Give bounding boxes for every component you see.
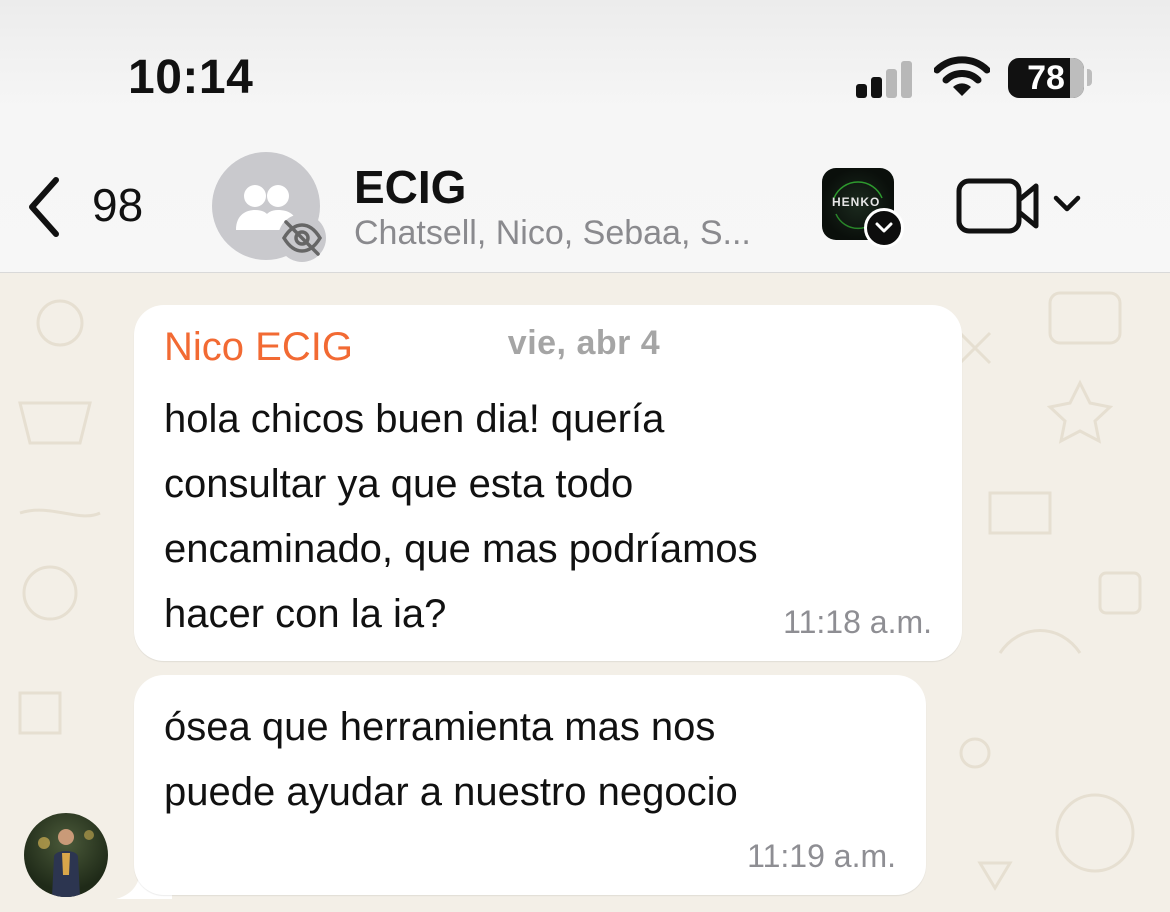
top-bar: 10:14 78 98 ECIG Chatsell, Nico, Sebaa, … [0,0,1170,273]
chat-title[interactable]: ECIG [354,160,466,214]
henko-app-badge[interactable]: HENKO [822,168,904,248]
battery-icon: 78 [1008,58,1084,98]
sender-avatar[interactable] [24,813,108,897]
status-time: 10:14 [128,51,254,104]
message-line: puede ayudar a nuestro negocio [164,770,738,814]
video-call-icon[interactable] [956,178,1086,234]
message-line: ósea que herramienta mas nos [164,705,716,749]
back-chevron-icon[interactable] [22,172,70,242]
person-photo [38,829,94,897]
henko-chevron-down-icon[interactable] [864,208,904,248]
message-sender[interactable]: Nico ECIG [164,325,353,370]
date-separator: vie, abr 4 [466,312,702,374]
chat-participants[interactable]: Chatsell, Nico, Sebaa, S... [354,214,751,253]
message-line: hola chicos buen dia! quería [164,397,665,441]
cellular-signal-icon [856,58,916,98]
message-line: encaminado, que mas podríamos [164,527,758,571]
back-unread-count[interactable]: 98 [92,178,143,232]
message-text: ósea que herramienta mas nos puede ayuda… [164,695,924,825]
group-avatar[interactable] [212,152,326,262]
battery-level: 78 [1027,58,1065,97]
message-line: consultar ya que esta todo [164,462,634,506]
message-timestamp: 11:18 a.m. [783,604,932,640]
battery-tip [1087,69,1092,86]
wifi-icon [934,56,990,96]
chat-area[interactable]: Nico ECIG hola chicos buen dia! quería c… [0,273,1170,912]
message-timestamp: 11:19 a.m. [747,838,896,874]
message-bubble[interactable]: ósea que herramienta mas nos puede ayuda… [134,675,926,895]
eye-off-icon [278,214,326,262]
